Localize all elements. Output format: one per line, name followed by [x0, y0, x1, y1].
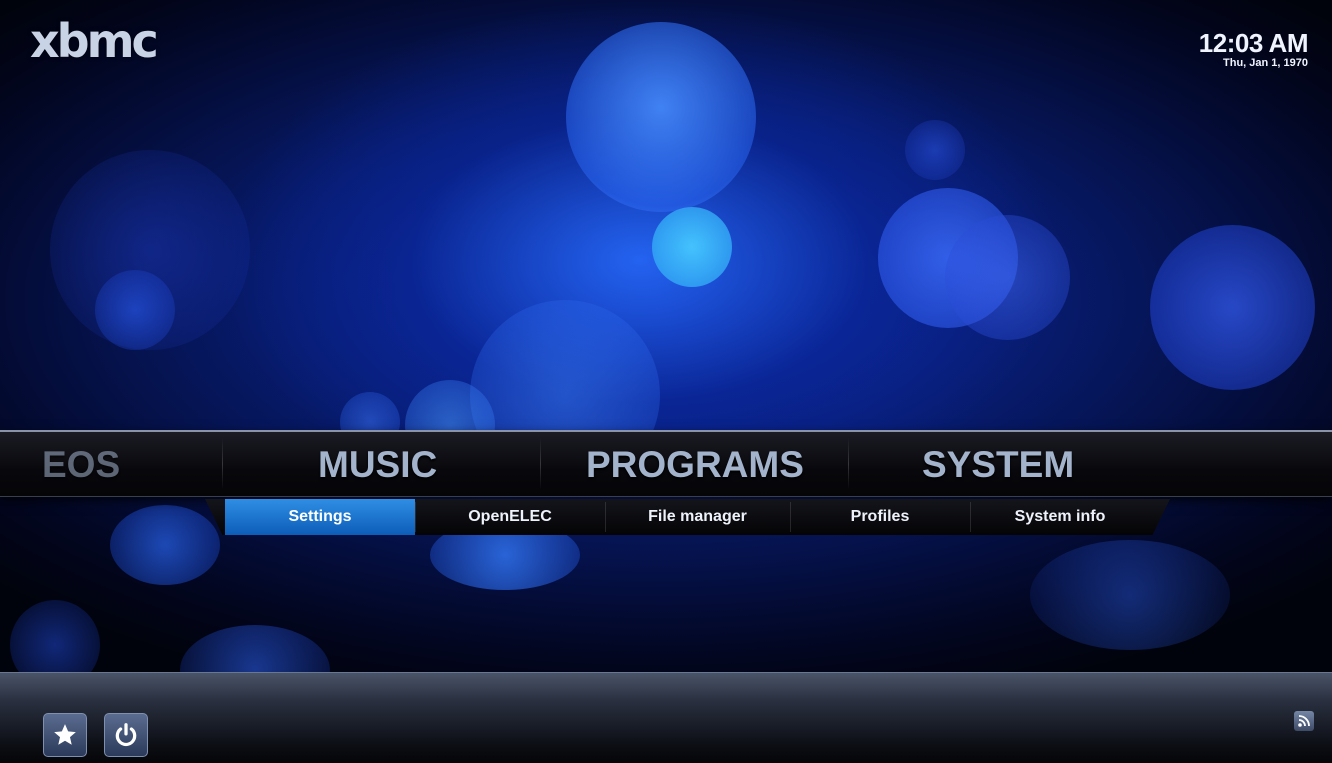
xbmc-logo: xbmc	[30, 14, 159, 68]
clock: 12:03 AM Thu, Jan 1, 1970	[1198, 28, 1309, 70]
power-icon	[115, 723, 137, 747]
main-menu-bar: EOS MUSIC PROGRAMS SYSTEM	[0, 430, 1332, 497]
main-menu-item-programs[interactable]: PROGRAMS	[586, 444, 804, 486]
submenu-item-system-info[interactable]: System info	[970, 499, 1150, 535]
rss-glyph	[1298, 715, 1310, 727]
rss-icon[interactable]	[1294, 711, 1314, 731]
main-menu-item-music[interactable]: MUSIC	[318, 444, 437, 486]
submenu-bar: Settings OpenELEC File manager Profiles …	[205, 499, 1170, 535]
clock-date: Thu, Jan 1, 1970	[1223, 57, 1308, 69]
submenu-item-file-manager[interactable]: File manager	[605, 499, 790, 535]
main-menu-item-system[interactable]: SYSTEM	[922, 444, 1074, 486]
xbmc-home-screen: xbmc 12:03 AM Thu, Jan 1, 1970 EOS MUSIC…	[0, 0, 1332, 763]
background-bokeh	[0, 0, 1332, 763]
star-icon	[54, 724, 76, 745]
submenu-item-openelec[interactable]: OpenELEC	[415, 499, 605, 535]
main-menu-item-videos[interactable]: EOS	[42, 444, 120, 486]
power-button[interactable]	[104, 713, 148, 757]
favourites-button[interactable]	[43, 713, 87, 757]
bottom-shelf	[0, 672, 1332, 763]
clock-time: 12:03 AM	[1198, 28, 1309, 58]
submenu-item-profiles[interactable]: Profiles	[790, 499, 970, 535]
submenu-item-settings[interactable]: Settings	[225, 499, 415, 535]
